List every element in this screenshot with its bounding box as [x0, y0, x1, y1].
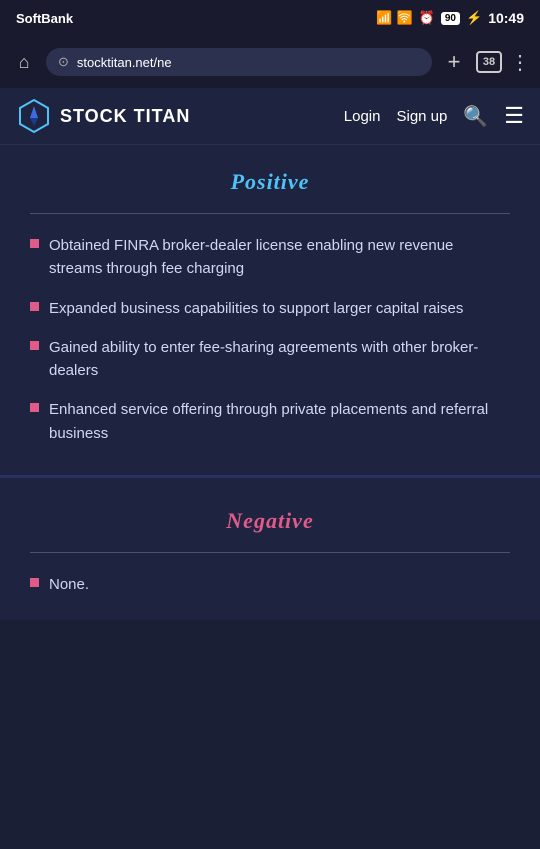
bullet-icon: [30, 341, 39, 350]
new-tab-button[interactable]: +: [440, 49, 468, 75]
bullet-icon: [30, 403, 39, 412]
carrier-label: SoftBank: [16, 11, 73, 26]
nav-login[interactable]: Login: [344, 108, 381, 125]
site-nav: Login Sign up 🔍 ☰: [344, 103, 524, 129]
home-icon: ⌂: [19, 52, 30, 73]
item-text: Expanded business capabilities to suppor…: [49, 297, 463, 320]
list-item: Obtained FINRA broker-dealer license ena…: [30, 234, 510, 281]
url-bar[interactable]: ⊙ stocktitan.net/ne: [46, 48, 432, 76]
home-button[interactable]: ⌂: [10, 48, 38, 76]
wifi-icon: 🛜: [397, 10, 413, 26]
search-icon[interactable]: 🔍: [463, 104, 488, 129]
battery-indicator: 90: [441, 12, 460, 25]
url-security-icon: ⊙: [58, 54, 69, 70]
negative-section: Negative None.: [0, 478, 540, 620]
bullet-icon: [30, 302, 39, 311]
hamburger-menu-icon[interactable]: ☰: [504, 103, 524, 129]
positive-list: Obtained FINRA broker-dealer license ena…: [30, 234, 510, 445]
main-content: Positive Obtained FINRA broker-dealer li…: [0, 145, 540, 620]
site-header: STOCK TITAN Login Sign up 🔍 ☰: [0, 88, 540, 145]
browser-bar: ⌂ ⊙ stocktitan.net/ne + 38 ⋮: [0, 36, 540, 88]
item-text: Gained ability to enter fee-sharing agre…: [49, 336, 510, 383]
status-bar: SoftBank 📶 🛜 ⏰ 90 ⚡ 10:49: [0, 0, 540, 36]
clock: 10:49: [488, 10, 524, 26]
bullet-icon: [30, 239, 39, 248]
browser-actions: + 38 ⋮: [440, 49, 530, 75]
browser-menu-button[interactable]: ⋮: [510, 50, 530, 75]
list-item: None.: [30, 573, 510, 596]
signal-icon: 📶: [376, 10, 392, 26]
alarm-icon: ⏰: [419, 10, 435, 26]
list-item: Gained ability to enter fee-sharing agre…: [30, 336, 510, 383]
list-item: Expanded business capabilities to suppor…: [30, 297, 510, 320]
tab-count-button[interactable]: 38: [476, 51, 502, 73]
list-item: Enhanced service offering through privat…: [30, 398, 510, 445]
item-text: Obtained FINRA broker-dealer license ena…: [49, 234, 510, 281]
positive-title: Positive: [30, 169, 510, 195]
charging-icon: ⚡: [466, 10, 482, 26]
status-icons: 📶 🛜: [376, 10, 412, 26]
status-right-icons: 📶 🛜 ⏰ 90 ⚡ 10:49: [376, 10, 524, 26]
logo-text: STOCK TITAN: [60, 106, 190, 127]
url-text: stocktitan.net/ne: [77, 55, 172, 70]
bullet-icon: [30, 578, 39, 587]
negative-list: None.: [30, 573, 510, 596]
nav-signup[interactable]: Sign up: [396, 108, 447, 125]
logo-icon: [16, 98, 52, 134]
negative-divider: [30, 552, 510, 553]
positive-divider: [30, 213, 510, 214]
item-text: None.: [49, 573, 89, 596]
negative-title: Negative: [30, 508, 510, 534]
logo[interactable]: STOCK TITAN: [16, 98, 190, 134]
item-text: Enhanced service offering through privat…: [49, 398, 510, 445]
positive-section: Positive Obtained FINRA broker-dealer li…: [0, 145, 540, 478]
